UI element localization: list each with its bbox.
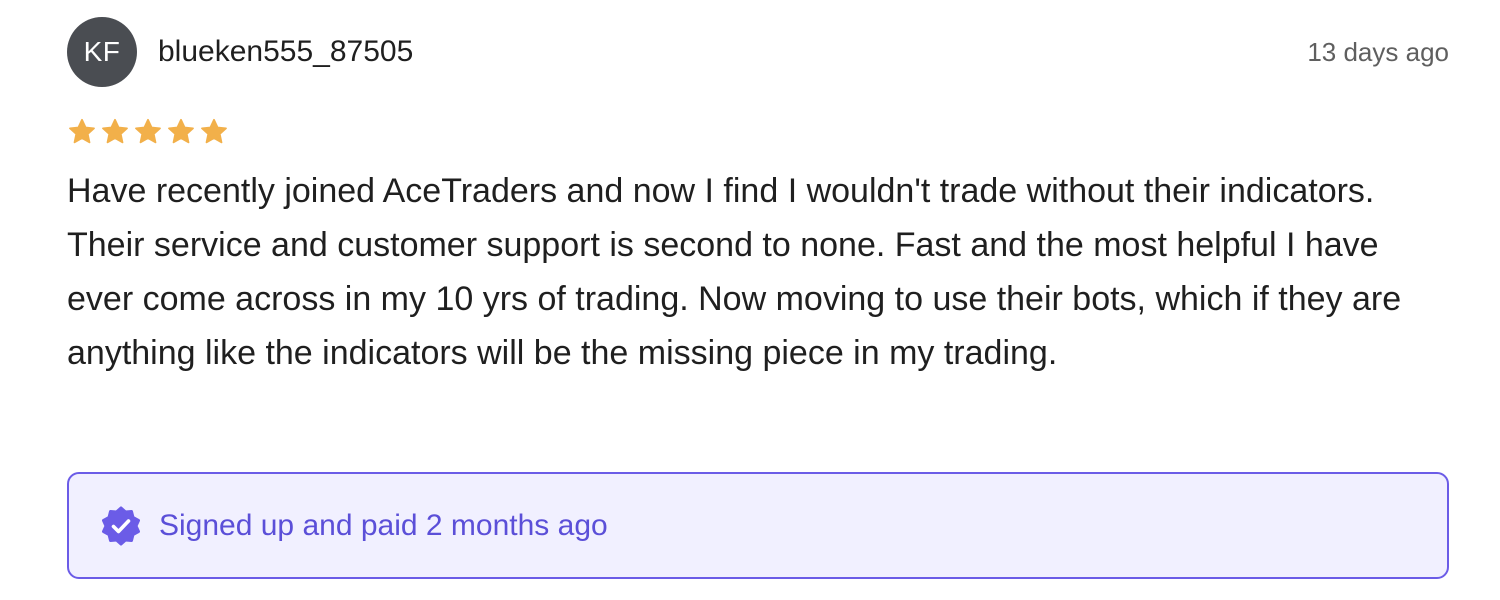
star-icon	[67, 117, 97, 147]
review-card: KF blueken555_87505 13 days ago Have rec…	[67, 16, 1449, 380]
star-icon	[199, 117, 229, 147]
avatar-initials: KF	[83, 36, 121, 67]
star-icon	[166, 117, 196, 147]
review-header: KF blueken555_87505 13 days ago	[67, 16, 1449, 88]
verified-purchase-banner: Signed up and paid 2 months ago	[67, 472, 1449, 579]
avatar: KF	[67, 17, 137, 87]
review-timestamp: 13 days ago	[1307, 36, 1449, 67]
review-text: Have recently joined AceTraders and now …	[67, 172, 1402, 372]
star-rating	[67, 116, 1449, 148]
reviewer-username: blueken555_87505	[158, 35, 414, 68]
star-icon	[133, 117, 163, 147]
verified-label: Signed up and paid 2 months ago	[159, 508, 608, 542]
star-icon	[100, 117, 130, 147]
verified-check-badge-icon	[101, 506, 141, 546]
